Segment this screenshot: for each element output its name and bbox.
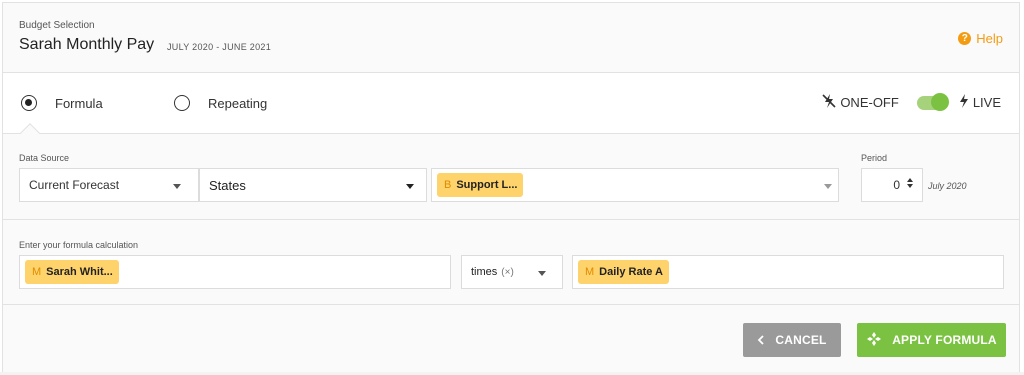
operator-value: times — [471, 266, 498, 278]
period-input[interactable]: 0 — [861, 168, 923, 202]
page-title: Sarah Monthly Pay — [19, 36, 155, 53]
formula-left-operand[interactable]: M Sarah Whit... — [19, 255, 451, 289]
formula-label: Formula — [55, 95, 103, 111]
toggle-knob — [930, 92, 949, 111]
cancel-label: CANCEL — [775, 333, 827, 347]
states-select[interactable]: States — [199, 168, 427, 202]
chip-label: Support L... — [456, 179, 518, 191]
mode-row: Formula Repeating ONE-OFF LIVE — [3, 73, 1019, 143]
left-operand-chip[interactable]: M Sarah Whit... — [25, 260, 119, 284]
right-operand-chip[interactable]: M Daily Rate A — [578, 260, 669, 284]
chevron-down-icon — [538, 271, 546, 276]
repeating-radio[interactable]: Repeating — [174, 95, 267, 111]
data-source-value: Current Forecast — [29, 178, 120, 192]
chevron-down-icon — [173, 184, 181, 189]
chip-label: Sarah Whit... — [46, 266, 113, 278]
chip-type-tag: B — [444, 179, 452, 191]
radio-unselected-icon — [174, 95, 190, 111]
chevron-down-icon — [406, 184, 414, 189]
formula-radio[interactable]: Formula — [21, 95, 103, 111]
bolt-off-icon — [822, 93, 836, 112]
period-label: Period — [861, 153, 888, 163]
dialog-header: Budget Selection Sarah Monthly Pay JULY … — [3, 3, 1019, 73]
repeating-label: Repeating — [208, 95, 268, 111]
bolt-icon — [959, 93, 969, 112]
date-range: JULY 2020 - JUNE 2021 — [167, 42, 272, 52]
live-label: LIVE — [972, 95, 1001, 110]
radio-selected-icon — [21, 95, 37, 111]
period-value: 0 — [893, 178, 900, 192]
chevron-left-icon — [757, 332, 765, 348]
header-eyebrow: Budget Selection — [19, 20, 95, 31]
data-source-label: Data Source — [19, 153, 70, 163]
period-unit: July 2020 — [928, 181, 967, 191]
apply-formula-button[interactable]: APPLY FORMULA — [857, 323, 1006, 357]
formula-right-operand[interactable]: M Daily Rate A — [572, 255, 1004, 289]
help-label: Help — [976, 31, 1003, 46]
states-value: States — [209, 177, 246, 193]
apply-formula-icon — [866, 331, 882, 350]
help-link[interactable]: ? Help — [958, 31, 1003, 46]
stepper-icon[interactable] — [906, 178, 914, 190]
operator-symbol: (×) — [501, 266, 514, 278]
formula-label: Enter your formula calculation — [19, 240, 139, 250]
live-toggle-switch[interactable] — [916, 92, 949, 111]
help-icon: ? — [958, 32, 972, 45]
chevron-down-icon — [824, 184, 832, 189]
operator-select[interactable]: times (×) — [461, 255, 563, 289]
one-off-label: ONE-OFF — [840, 95, 899, 110]
one-off-live-toggle-group: ONE-OFF LIVE — [822, 92, 1005, 112]
formula-section: Enter your formula calculation M Sarah W… — [3, 220, 1019, 305]
budget-dialog: Budget Selection Sarah Monthly Pay JULY … — [2, 2, 1020, 373]
dialog-footer: CANCEL APPLY FORMULA — [3, 305, 1019, 373]
data-source-section: Data Source Current Forecast States B Su… — [3, 134, 1019, 220]
chip-type-tag: M — [32, 266, 42, 278]
chip-type-tag: M — [585, 266, 595, 278]
selected-item-chip[interactable]: B Support L... — [437, 173, 524, 197]
apply-label: APPLY FORMULA — [892, 333, 997, 347]
data-item-select[interactable]: B Support L... — [431, 168, 839, 202]
chip-label: Daily Rate A — [599, 266, 663, 278]
data-source-select[interactable]: Current Forecast — [19, 168, 199, 202]
cancel-button[interactable]: CANCEL — [743, 323, 841, 357]
